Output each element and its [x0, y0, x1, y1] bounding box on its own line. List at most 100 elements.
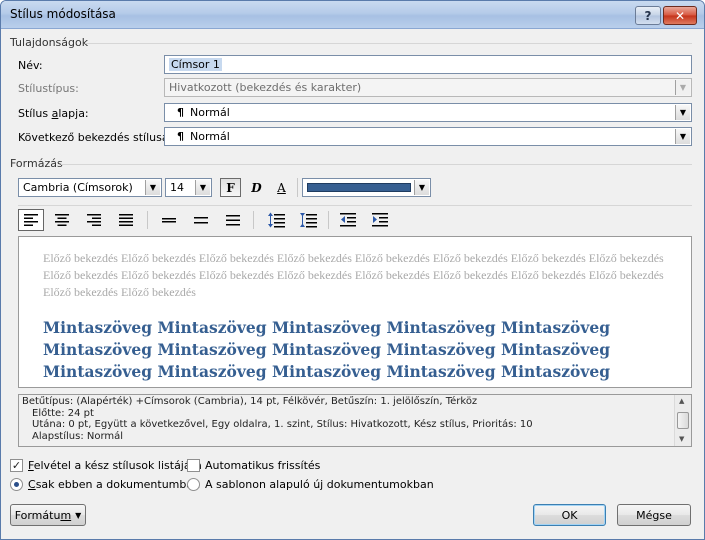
- sample-text: Mintaszöveg Mintaszöveg Mintaszöveg Mint…: [43, 317, 683, 383]
- pilcrow-icon: ¶: [177, 130, 184, 143]
- based-on-label: Stílus alapja:: [18, 107, 89, 120]
- auto-update-label: Automatikus frissítés: [205, 459, 321, 472]
- next-style-label: Következő bekezdés stílusa:: [18, 131, 173, 144]
- justify-icon: [119, 214, 133, 226]
- only-this-document-radio[interactable]: [10, 478, 23, 491]
- title-bar[interactable]: Stílus módosítása ? ✕: [1, 1, 704, 29]
- description-line: Alapstílus: Normál: [32, 430, 124, 442]
- align-right-button[interactable]: [81, 209, 107, 231]
- sample-line: Mintaszöveg Mintaszöveg Mintaszöveg Mint…: [43, 318, 611, 337]
- one-half-spacing-button[interactable]: [188, 209, 214, 231]
- modify-style-dialog: Stílus módosítása ? ✕ Tulajdonságok Név:…: [0, 0, 705, 540]
- properties-divider: [85, 43, 692, 44]
- outdent-icon: [340, 213, 356, 227]
- ok-button[interactable]: OK: [533, 504, 606, 526]
- pilcrow-icon: ¶: [177, 106, 184, 119]
- double-spacing-button[interactable]: [220, 209, 246, 231]
- align-center-icon: [55, 214, 69, 226]
- help-icon: ?: [644, 8, 652, 23]
- close-button[interactable]: ✕: [663, 6, 697, 25]
- underline-button[interactable]: A: [271, 178, 292, 197]
- line-spacing-single-icon: [162, 218, 176, 223]
- new-documents-label: A sablonon alapuló új dokumentumokban: [205, 478, 434, 491]
- bold-icon: F: [226, 180, 235, 195]
- sample-line: Mintaszöveg Mintaszöveg Mintaszöveg Mint…: [43, 362, 611, 381]
- name-input[interactable]: Címsor 1: [164, 55, 692, 74]
- add-to-quick-styles-checkbox[interactable]: ✓: [10, 459, 23, 472]
- toolbar-separator: [297, 178, 298, 197]
- sample-line: Mintaszöveg Mintaszöveg Mintaszöveg Mint…: [43, 340, 611, 359]
- cancel-button[interactable]: Mégse: [617, 504, 691, 526]
- new-documents-radio[interactable]: [187, 478, 200, 491]
- scroll-down-icon[interactable]: ▼: [679, 435, 684, 443]
- italic-button[interactable]: D: [246, 178, 267, 197]
- previous-paragraph-text: Előző bekezdés Előző bekezdés Előző beke…: [43, 251, 664, 299]
- decrease-spacing-before-button[interactable]: [295, 209, 321, 231]
- line-spacing-1-5-icon: [194, 217, 208, 224]
- description-scrollbar[interactable]: ▲ ▼: [674, 395, 691, 446]
- next-style-dropdown[interactable]: ¶ Normál ▼: [164, 127, 692, 146]
- description-line: Előtte: 24 pt: [32, 407, 94, 419]
- chevron-down-icon: ▼: [75, 510, 82, 520]
- chevron-down-icon: ▼: [675, 105, 690, 120]
- toolbar-divider: [18, 205, 692, 206]
- based-on-value: Normál: [190, 106, 230, 119]
- font-dropdown[interactable]: Cambria (Címsorok) ▼: [18, 178, 162, 197]
- next-style-value: Normál: [190, 130, 230, 143]
- toolbar-separator: [147, 211, 148, 229]
- formatting-divider: [61, 164, 692, 165]
- align-left-button[interactable]: [18, 209, 44, 231]
- spacing-decrease-icon: [300, 213, 317, 228]
- chevron-down-icon: ▼: [145, 180, 160, 195]
- style-type-value: Hivatkozott (bekezdés és karakter): [169, 81, 362, 94]
- italic-icon: D: [251, 180, 262, 195]
- style-preview: Előző bekezdés Előző bekezdés Előző beke…: [18, 236, 692, 388]
- decrease-indent-button[interactable]: [335, 209, 361, 231]
- style-description[interactable]: Betűtípus: (Alapérték) +Címsorok (Cambri…: [18, 394, 692, 447]
- style-type-dropdown[interactable]: Hivatkozott (bekezdés és karakter) ▼: [164, 78, 692, 97]
- font-color-swatch: [307, 183, 411, 192]
- chevron-down-icon: ▼: [675, 129, 690, 144]
- align-left-icon: [24, 214, 38, 226]
- align-center-button[interactable]: [49, 209, 75, 231]
- properties-group-label: Tulajdonságok: [10, 36, 89, 49]
- window-title: Stílus módosítása: [10, 7, 116, 21]
- name-value: Címsor 1: [169, 58, 222, 71]
- chevron-down-icon: ▼: [195, 180, 210, 195]
- align-right-icon: [87, 214, 101, 226]
- increase-indent-button[interactable]: [367, 209, 393, 231]
- close-icon: ✕: [674, 8, 686, 23]
- font-value: Cambria (Címsorok): [23, 181, 133, 194]
- help-button[interactable]: ?: [635, 6, 661, 25]
- ok-button-label: OK: [561, 508, 578, 522]
- chevron-down-icon: ▼: [675, 80, 690, 95]
- cancel-button-label: Mégse: [636, 508, 672, 522]
- format-menu-button[interactable]: Formátum ▼: [10, 504, 86, 526]
- increase-spacing-before-button[interactable]: [263, 209, 289, 231]
- format-button-label: Formátum: [14, 508, 72, 522]
- based-on-dropdown[interactable]: ¶ Normál ▼: [164, 103, 692, 122]
- font-size-value: 14: [170, 181, 184, 194]
- auto-update-checkbox[interactable]: [187, 459, 200, 472]
- single-spacing-button[interactable]: [156, 209, 182, 231]
- spacing-increase-icon: [268, 212, 285, 228]
- font-color-dropdown[interactable]: ▼: [302, 178, 431, 197]
- toolbar-separator: [328, 211, 329, 229]
- description-text: Betűtípus: (Alapérték) +Címsorok (Cambri…: [22, 396, 672, 442]
- check-icon: ✓: [11, 459, 22, 472]
- description-line: Betűtípus: (Alapérték) +Címsorok (Cambri…: [22, 396, 478, 407]
- underline-icon: A: [277, 180, 286, 195]
- style-type-label: Stílustípus:: [18, 82, 79, 95]
- scrollbar-thumb[interactable]: [677, 412, 689, 429]
- only-this-document-label: Csak ebben a dokumentumban: [28, 478, 201, 491]
- line-spacing-double-icon: [226, 215, 240, 226]
- formatting-group-label: Formázás: [10, 157, 63, 170]
- description-line: Utána: 0 pt, Együtt a következővel, Egy …: [32, 419, 533, 430]
- toolbar-separator: [253, 211, 254, 229]
- bold-button[interactable]: F: [220, 178, 241, 197]
- font-size-dropdown[interactable]: 14 ▼: [165, 178, 212, 197]
- scroll-up-icon[interactable]: ▲: [679, 397, 684, 405]
- indent-icon: [372, 213, 388, 227]
- name-label: Név:: [18, 59, 43, 72]
- justify-button[interactable]: [113, 209, 139, 231]
